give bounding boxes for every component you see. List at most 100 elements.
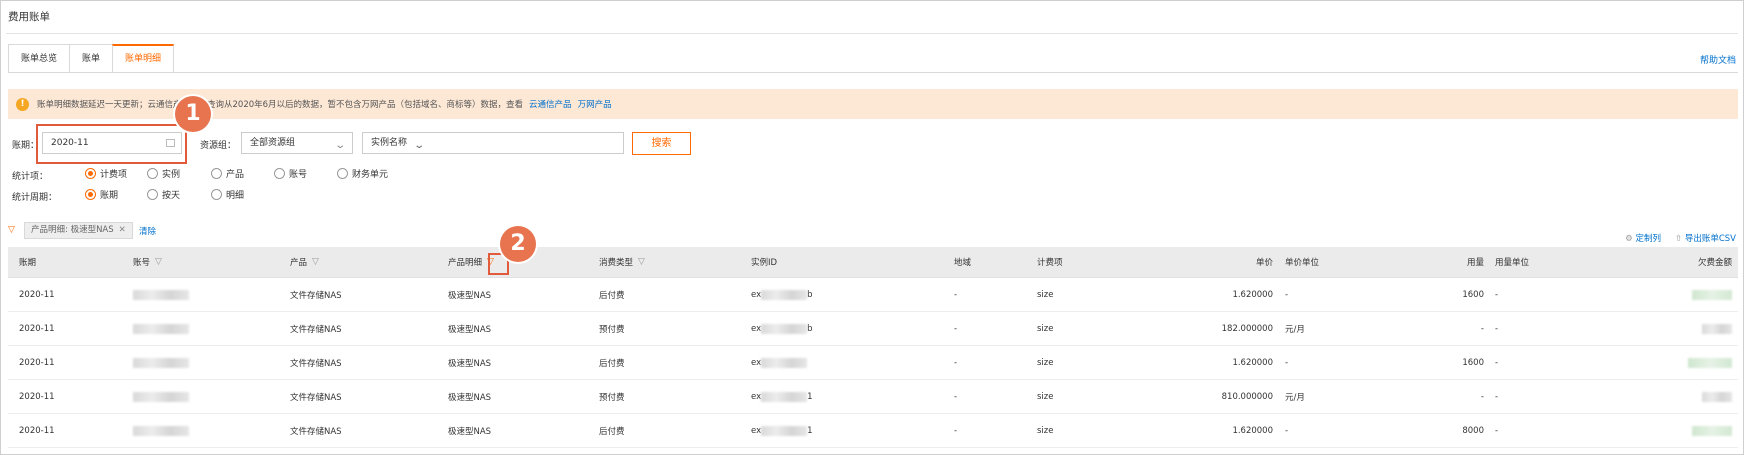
- tab-bill-details[interactable]: 账单明细: [112, 44, 175, 73]
- table-body: 2020-11 文件存储NAS 极速型NAS 后付费 ex b - size 1.620000 -…: [8, 278, 1738, 448]
- instance-id-suffix: b: [807, 323, 813, 334]
- stat-item-label: 统计项：: [12, 172, 49, 182]
- tab-bill[interactable]: 账单: [69, 44, 113, 73]
- cell-billing-item: size: [1037, 391, 1054, 402]
- tab-bar: 账单总览 账单 账单明细: [8, 44, 175, 73]
- tab-bill-overview[interactable]: 账单总览: [8, 44, 70, 73]
- cell-product-detail: 极速型NAS: [448, 392, 492, 403]
- table-row: 2020-11 文件存储NAS 极速型NAS 后付费 ex 1 - size 1.620000 -…: [8, 414, 1738, 448]
- cell-unit-price: 182.000000: [1221, 323, 1273, 334]
- col-price-unit: 单价单位: [1285, 258, 1320, 268]
- cell-consumption-type: 后付费: [599, 426, 625, 437]
- radio-label: 账期: [100, 191, 119, 201]
- redacted-amount: [1688, 357, 1732, 368]
- upload-icon: ⇧: [1675, 234, 1685, 244]
- clear-filters-link[interactable]: 清除: [139, 225, 156, 237]
- col-period: 账期: [19, 258, 37, 268]
- instance-id-suffix: 1: [807, 391, 813, 402]
- stat-period-label: 统计周期：: [12, 193, 58, 203]
- filter-icon[interactable]: ▽: [155, 257, 162, 267]
- cell-product-detail: 极速型NAS: [448, 290, 492, 301]
- instance-name-select[interactable]: 实例名称: [371, 138, 407, 148]
- radio-label: 财务单元: [352, 170, 389, 180]
- radio-label: 计费项: [100, 170, 128, 180]
- cell-consumption-type: 后付费: [599, 290, 625, 301]
- redacted-instance-id: [761, 425, 808, 436]
- redacted-account: [133, 357, 189, 368]
- radio-unchecked-icon: [337, 168, 348, 179]
- cell-arrears: [1628, 380, 1732, 413]
- redacted-account: [133, 289, 189, 300]
- filter-icon[interactable]: ▽: [312, 257, 319, 267]
- cell-price-unit: -: [1285, 289, 1289, 300]
- cell-region: -: [954, 391, 958, 402]
- cell-usage: 8000: [1462, 425, 1484, 436]
- gear-icon: ⚙: [1625, 234, 1636, 244]
- instance-id-suffix: 1: [807, 425, 813, 436]
- cell-unit-price: 1.620000: [1232, 357, 1273, 368]
- radio-label: 按天: [162, 191, 181, 201]
- cell-product: 文件存储NAS: [290, 392, 342, 403]
- table-row: 2020-11 文件存储NAS 极速型NAS 后付费 ex b - size 1.620000 -…: [8, 278, 1738, 312]
- search-button[interactable]: 搜索: [632, 132, 691, 155]
- cell-region: -: [954, 289, 958, 300]
- col-region: 地域: [954, 258, 972, 268]
- radio-detail[interactable]: 明细: [211, 188, 244, 201]
- bill-detail-table: 账期 账号 ▽ 产品 ▽ 产品明细 ▽ 消费类型 ▽ 实例ID 地域 计费项 单价 单价…: [8, 247, 1738, 448]
- redacted-account: [133, 425, 189, 436]
- radio-finance-unit[interactable]: 财务单元: [337, 167, 388, 180]
- cell-usage: 1600: [1462, 357, 1484, 368]
- close-icon[interactable]: ✕: [119, 223, 126, 238]
- col-label: 消费类型: [599, 258, 634, 268]
- col-label: 产品明细: [448, 258, 483, 268]
- redacted-instance-id: [761, 357, 808, 368]
- radio-instance[interactable]: 实例: [147, 167, 180, 180]
- notice-link-wanwang[interactable]: 万网产品: [578, 98, 612, 110]
- col-consumption-type: 消费类型 ▽: [599, 247, 645, 277]
- filter-icon[interactable]: ▽: [638, 257, 645, 267]
- cell-period: 2020-11: [19, 357, 55, 368]
- radio-unchecked-icon: [211, 168, 222, 179]
- cell-billing-item: size: [1037, 323, 1054, 334]
- cell-arrears: [1628, 278, 1732, 311]
- resource-group-select[interactable]: 全部资源组 ⌄: [241, 132, 353, 154]
- cell-period: 2020-11: [19, 425, 55, 436]
- active-filter-chip[interactable]: 产品明细: 极速型NAS ✕: [24, 222, 133, 239]
- export-csv-button[interactable]: ⇧ 导出账单CSV: [1675, 232, 1736, 244]
- cell-usage-unit: -: [1495, 323, 1499, 334]
- instance-id-prefix: ex: [751, 289, 762, 300]
- cell-billing-item: size: [1037, 357, 1054, 368]
- radio-by-day[interactable]: 按天: [147, 188, 180, 201]
- cell-usage: 1600: [1462, 289, 1484, 300]
- radio-unchecked-icon: [274, 168, 285, 179]
- instance-id-prefix: ex: [751, 391, 762, 402]
- cell-product: 文件存储NAS: [290, 290, 342, 301]
- cell-arrears: [1628, 414, 1732, 447]
- table-row: 2020-11 文件存储NAS 极速型NAS 预付费 ex 1 - size 810.00000…: [8, 380, 1738, 414]
- cell-arrears: [1628, 346, 1732, 379]
- cell-account: [133, 414, 189, 447]
- chevron-down-icon: ⌄: [333, 140, 346, 151]
- cell-product: 文件存储NAS: [290, 358, 342, 369]
- instance-name-search[interactable]: 实例名称 ⌄: [362, 132, 624, 154]
- cell-region: -: [954, 323, 958, 334]
- help-docs-link[interactable]: 帮助文档: [1700, 53, 1736, 66]
- cell-instance-id: ex: [751, 346, 808, 379]
- table-row: 2020-11 文件存储NAS 极速型NAS 后付费 ex - size 1.620000-1…: [8, 346, 1738, 380]
- callout-badge-2: 2: [500, 226, 536, 262]
- radio-account[interactable]: 账号: [274, 167, 307, 180]
- col-usage-unit: 用量单位: [1495, 258, 1530, 268]
- page-title: 费用账单: [8, 11, 50, 23]
- radio-by-period[interactable]: 账期: [85, 188, 118, 201]
- radio-billing-item[interactable]: 计费项: [85, 167, 127, 180]
- cell-unit-price: 1.620000: [1232, 425, 1273, 436]
- cell-usage-unit: -: [1495, 289, 1499, 300]
- instance-id-prefix: ex: [751, 323, 762, 334]
- radio-unchecked-icon: [211, 189, 222, 200]
- notice-link-cloud-comm[interactable]: 云通信产品: [529, 98, 572, 110]
- customize-columns-button[interactable]: ⚙ 定制列: [1625, 232, 1661, 244]
- cell-arrears: [1628, 312, 1732, 345]
- cell-period: 2020-11: [19, 323, 55, 334]
- radio-product[interactable]: 产品: [211, 167, 244, 180]
- redacted-account: [133, 323, 189, 334]
